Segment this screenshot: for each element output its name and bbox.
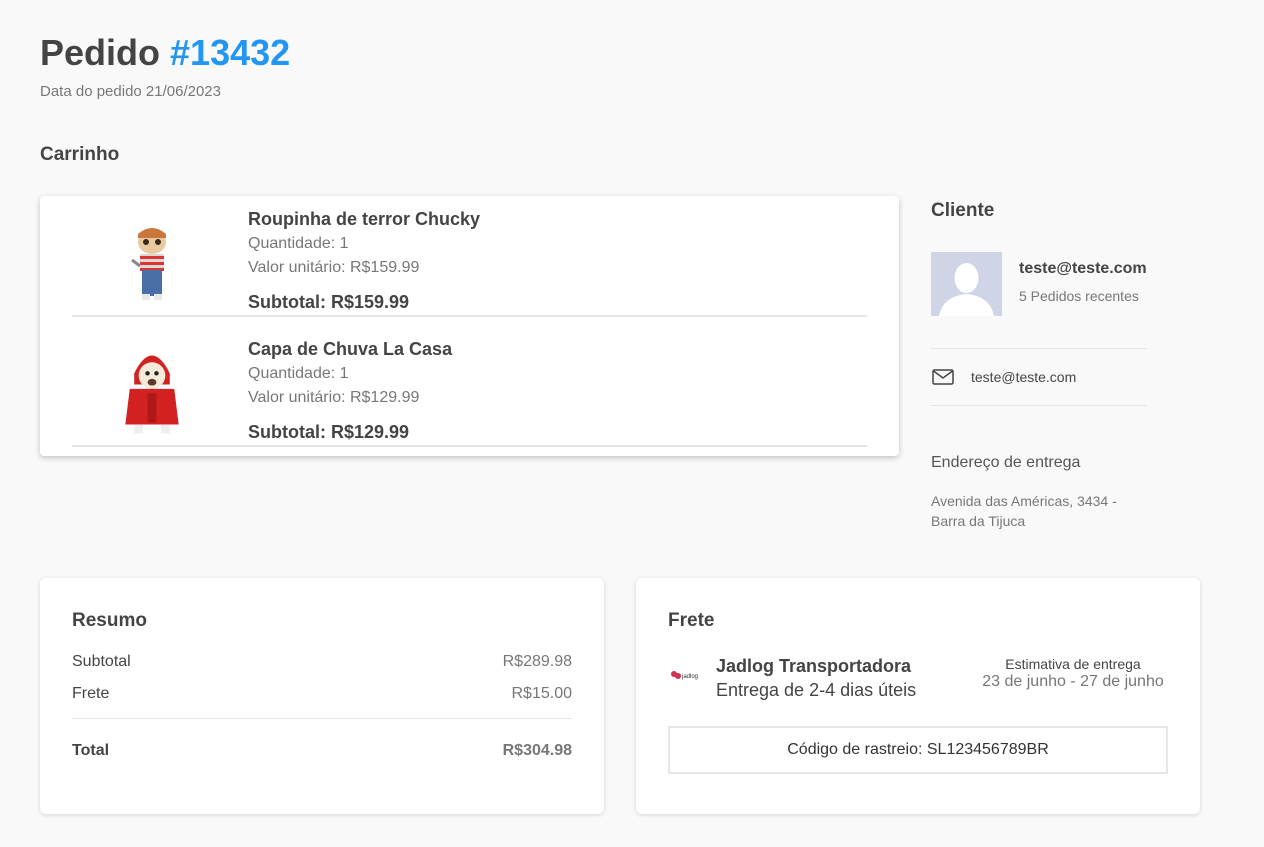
cart-item-quantity: Quantidade: 1 [248,235,349,252]
cart-item-name: Capa de Chuva La Casa [248,339,453,359]
cart-item-name: Roupinha de terror Chucky [248,209,481,229]
divider [72,718,572,719]
page-title-prefix: Pedido [40,32,161,73]
user-avatar-icon [931,252,1002,316]
summary-title: Resumo [72,610,147,631]
divider [931,405,1147,406]
summary-total-label: Total [72,742,110,759]
address-title: Endereço de entrega [931,454,1081,471]
cart-item-quantity: Quantidade: 1 [248,365,349,382]
summary-row-label: Frete [72,685,110,702]
product-image-raincoat [125,355,179,434]
mail-icon [932,369,954,385]
contact-email[interactable]: teste@teste.com [971,369,1076,385]
summary-total: Total R$304.98 [72,742,572,760]
delivery-address: Avenida das Américas, 3434 - Barra da Ti… [931,493,1117,529]
cart-item: Capa de Chuva La Casa Quantidade: 1 Valo… [72,326,867,447]
cart-item-unit-price: Valor unitário: R$159.99 [248,259,420,276]
customer-email[interactable]: teste@teste.com [1019,260,1147,278]
carrier-eta: Entrega de 2-4 dias úteis [716,680,917,700]
summary-row-label: Subtotal [72,653,131,670]
order-date: Data do pedido 21/06/2023 [40,83,221,100]
summary-total-value: R$304.98 [502,742,572,759]
summary-row-freight: Frete R$15.00 [72,685,572,703]
freight-card: Frete jadlog Jadlog Transportadora Entre… [636,578,1200,814]
carrier-logo: jadlog [671,671,698,680]
tracking-code[interactable]: Código de rastreio: SL123456789BR [668,726,1168,774]
carrier-logo-text: jadlog [681,674,698,680]
summary-row-value: R$289.98 [502,653,572,670]
avatar [931,252,1002,316]
customer-recent-orders[interactable]: 5 Pedidos recentes [1019,288,1139,304]
estimate-label: Estimativa de entrega [1005,656,1141,672]
order-number: #13432 [170,32,291,73]
freight-title: Frete [668,610,715,631]
page-title: Pedido #13432 [40,32,290,74]
cart-item-subtotal: Subtotal: R$129.99 [248,422,410,442]
product-image-chucky [131,228,166,300]
summary-row-value: R$15.00 [511,685,573,702]
customer-title: Cliente [931,200,995,221]
cart-item-subtotal: Subtotal: R$159.99 [248,292,410,312]
summary-card: Resumo Subtotal R$289.98 Frete R$15.00 T… [40,578,604,814]
summary-row-subtotal: Subtotal R$289.98 [72,653,572,671]
cart-card: Roupinha de terror Chucky Quantidade: 1 … [40,196,899,456]
cart-item-unit-price: Valor unitário: R$129.99 [248,389,420,406]
cart-item: Roupinha de terror Chucky Quantidade: 1 … [72,196,867,317]
divider [931,348,1147,349]
cart-title: Carrinho [40,144,120,165]
carrier-name: Jadlog Transportadora [716,656,912,676]
estimate-range: 23 de junho - 27 de junho [982,673,1164,690]
